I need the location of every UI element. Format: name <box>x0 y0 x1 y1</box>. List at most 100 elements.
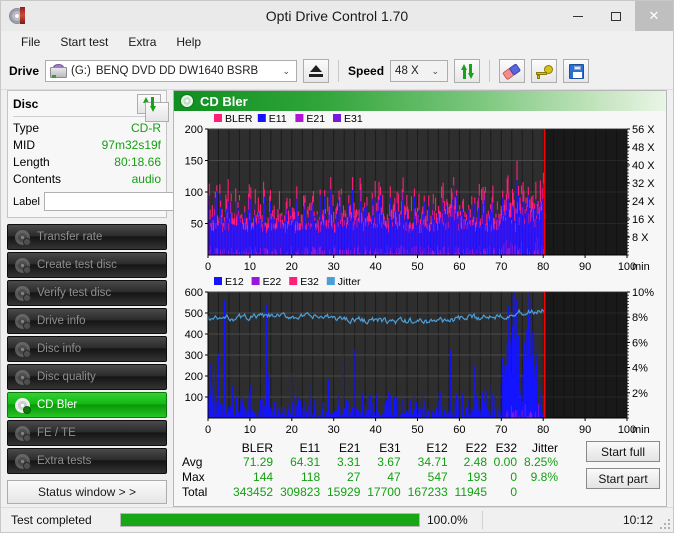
svg-text:E32: E32 <box>300 276 319 288</box>
svg-text:200: 200 <box>185 124 203 136</box>
svg-text:min: min <box>632 424 650 436</box>
cell-total-bler: 343452 <box>233 485 274 499</box>
disc-icon <box>15 425 31 442</box>
svg-text:80: 80 <box>537 261 549 273</box>
disc-icon <box>15 285 31 302</box>
disc-key-length: Length <box>13 155 50 169</box>
erase-button[interactable] <box>499 59 526 83</box>
save-floppy-icon <box>568 63 584 79</box>
sidebar-item-extra-tests[interactable]: Extra tests <box>7 448 167 474</box>
minimize-button[interactable] <box>559 1 597 31</box>
save-button[interactable] <box>563 59 590 83</box>
svg-text:16 X: 16 X <box>632 214 655 226</box>
refresh-button[interactable] <box>454 59 481 83</box>
row-label-avg: Avg <box>182 455 203 469</box>
disc-row-mid: MID 97m32s19f <box>13 137 161 154</box>
svg-text:300: 300 <box>185 350 203 362</box>
disc-row-length: Length 80:18.66 <box>13 154 161 171</box>
cell-total-e22: 11945 <box>454 485 488 499</box>
menu-item-start-test[interactable]: Start test <box>50 33 118 51</box>
status-window-button[interactable]: Status window > > <box>7 480 167 504</box>
cell-max-e32: 0 <box>510 470 518 484</box>
sidebar-item-label: Transfer rate <box>37 231 103 243</box>
svg-text:E31: E31 <box>344 113 363 125</box>
svg-text:40: 40 <box>369 261 381 273</box>
disc-refresh-button[interactable] <box>137 94 169 122</box>
disc-label-caption: Label <box>13 195 40 208</box>
cell-max-bler: 144 <box>253 470 274 484</box>
sidebar-item-label: FE / TE <box>37 427 76 439</box>
cell-max-e11: 118 <box>300 470 321 484</box>
menu-item-help[interactable]: Help <box>166 33 211 51</box>
svg-text:2%: 2% <box>632 388 648 400</box>
svg-text:50: 50 <box>411 424 423 436</box>
sidebar-item-disc-quality[interactable]: Disc quality <box>7 364 167 390</box>
svg-text:100: 100 <box>185 392 203 404</box>
sidebar-item-drive-info[interactable]: Drive info <box>7 308 167 334</box>
close-button[interactable]: ✕ <box>635 1 673 31</box>
disc-info-group: Disc Type CD-R MID 97m32s19f Length 80:1… <box>7 90 255 218</box>
start-part-button[interactable]: Start part <box>586 468 660 489</box>
maximize-button[interactable] <box>597 1 635 31</box>
col-e22: E22 <box>465 441 488 455</box>
menu-item-extra[interactable]: Extra <box>118 33 166 51</box>
speed-label: Speed <box>348 64 385 78</box>
test-nav-list: Transfer rate Create test disc Verify te… <box>7 224 167 474</box>
menu-item-file[interactable]: File <box>11 33 50 51</box>
svg-text:30: 30 <box>328 424 340 436</box>
sidebar-item-cd-bler[interactable]: CD Bler <box>7 392 167 418</box>
cell-total-e11: 309823 <box>280 485 321 499</box>
chart-e12-svg[interactable]: E12 E22 E32 Jitter1002003004005006002%4%6%8… <box>176 276 673 436</box>
svg-text:24 X: 24 X <box>632 196 655 208</box>
progress-bar <box>120 513 420 527</box>
svg-text:600: 600 <box>185 287 203 299</box>
drive-select[interactable]: (G:) BENQ DVD DD DW1640 BSRB ⌄ <box>45 60 298 82</box>
sidebar-item-fe-te[interactable]: FE / TE <box>7 420 167 446</box>
resize-grip[interactable] <box>658 517 670 529</box>
chart-bler-svg[interactable]: BLER E11 E21 E31501001502008 X16 X24 X32 X4… <box>176 113 673 273</box>
row-label-max: Max <box>182 470 205 484</box>
progress-percent: 100.0% <box>427 513 468 527</box>
sidebar-item-label: Disc info <box>37 343 82 355</box>
sidebar-item-disc-info[interactable]: Disc info <box>7 336 167 362</box>
svg-text:E11: E11 <box>269 113 287 125</box>
key-button[interactable] <box>531 59 558 83</box>
speed-value: 48 X <box>395 65 419 77</box>
cell-total-e32: 0 <box>510 485 518 499</box>
statistics-area: BLER E11 E21 E31 E12 E22 E32 Jitter Avg … <box>176 439 664 500</box>
disc-key-contents: Contents <box>13 172 62 186</box>
svg-text:50: 50 <box>411 261 423 273</box>
cell-avg-bler: 71.29 <box>243 455 274 469</box>
sidebar-item-create-test-disc[interactable]: Create test disc <box>7 252 167 278</box>
svg-text:0: 0 <box>205 424 211 436</box>
refresh-swap-icon <box>142 96 169 122</box>
action-buttons: Start full Start part <box>586 441 660 489</box>
sidebar-item-verify-test-disc[interactable]: Verify test disc <box>7 280 167 306</box>
disc-icon <box>15 341 31 358</box>
status-message: Test completed <box>11 513 92 527</box>
disc-label-row: Label <box>13 191 255 212</box>
speed-select[interactable]: 48 X ⌄ <box>390 60 449 82</box>
svg-text:Jitter: Jitter <box>338 276 361 288</box>
chevron-down-icon: ⌄ <box>282 65 291 76</box>
disc-value-mid: 97m32s19f <box>101 138 161 152</box>
left-panel: Disc Type CD-R MID 97m32s19f Length 80:1… <box>7 90 255 507</box>
toolbar-divider-2 <box>489 60 491 82</box>
drive-letter: (G:) <box>71 65 91 77</box>
svg-text:BLER: BLER <box>225 113 253 125</box>
toolbar-divider-1 <box>338 60 340 82</box>
cell-avg-jitter: 8.25% <box>523 455 558 469</box>
cell-avg-e11: 64.31 <box>290 455 321 469</box>
svg-text:10: 10 <box>244 261 256 273</box>
svg-text:20: 20 <box>286 261 298 273</box>
svg-text:0: 0 <box>205 261 211 273</box>
drive-name: BENQ DVD DD DW1640 BSRB <box>95 65 259 77</box>
start-full-button[interactable]: Start full <box>586 441 660 462</box>
svg-text:4%: 4% <box>632 363 648 375</box>
eject-button[interactable] <box>303 59 330 83</box>
chart-bler: BLER E11 E21 E31 50 100 150 200 8 X 16 X 24 X 32 X4… <box>176 113 664 276</box>
sidebar-item-transfer-rate[interactable]: Transfer rate <box>7 224 167 250</box>
col-jitter: Jitter <box>531 441 558 455</box>
row-label-total: Total <box>182 485 208 499</box>
disc-icon <box>15 397 31 414</box>
